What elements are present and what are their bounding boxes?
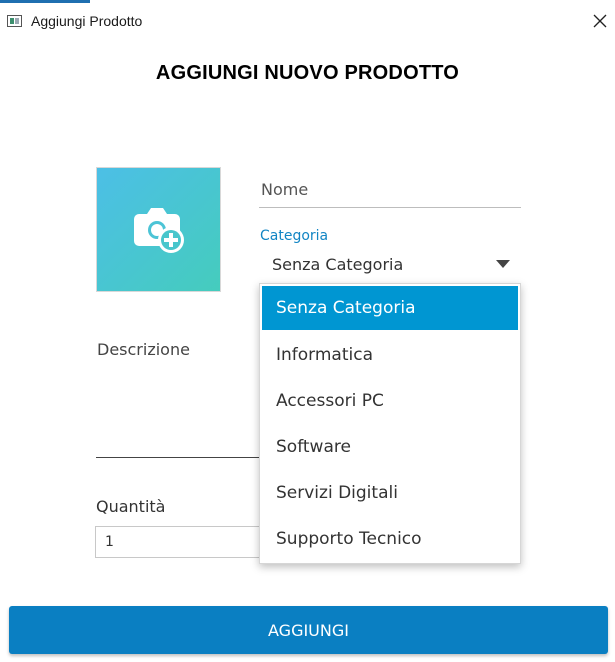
window-title: Aggiungi Prodotto <box>31 13 143 29</box>
categoria-label: Categoria <box>260 228 329 244</box>
page-title: AGGIUNGI NUOVO PRODOTTO <box>155 62 460 84</box>
categoria-dropdown-list: Senza Categoria Informatica Accessori PC… <box>259 283 521 564</box>
categoria-option[interactable]: Servizi Digitali <box>260 470 520 516</box>
descrizione-label: Descrizione <box>97 340 190 359</box>
quantita-label: Quantità <box>96 497 166 516</box>
close-icon <box>593 14 607 28</box>
categoria-option[interactable]: Informatica <box>260 332 520 378</box>
categoria-option[interactable]: Senza Categoria <box>262 286 518 330</box>
chevron-down-icon <box>496 260 510 268</box>
categoria-option[interactable]: Software <box>260 424 520 470</box>
categoria-select[interactable]: Senza Categoria <box>260 248 522 280</box>
categoria-selected-value: Senza Categoria <box>272 255 404 274</box>
nome-input[interactable] <box>259 172 521 208</box>
categoria-option[interactable]: Supporto Tecnico <box>260 516 520 562</box>
aggiungi-button[interactable]: AGGIUNGI <box>9 606 608 654</box>
product-image-picker[interactable] <box>96 167 221 292</box>
descrizione-field[interactable] <box>96 368 266 458</box>
camera-add-icon <box>134 208 184 253</box>
title-bar: Aggiungi Prodotto <box>0 3 615 39</box>
window-app-icon <box>7 15 22 27</box>
categoria-option[interactable]: Accessori PC <box>260 378 520 424</box>
close-button[interactable] <box>585 3 615 39</box>
